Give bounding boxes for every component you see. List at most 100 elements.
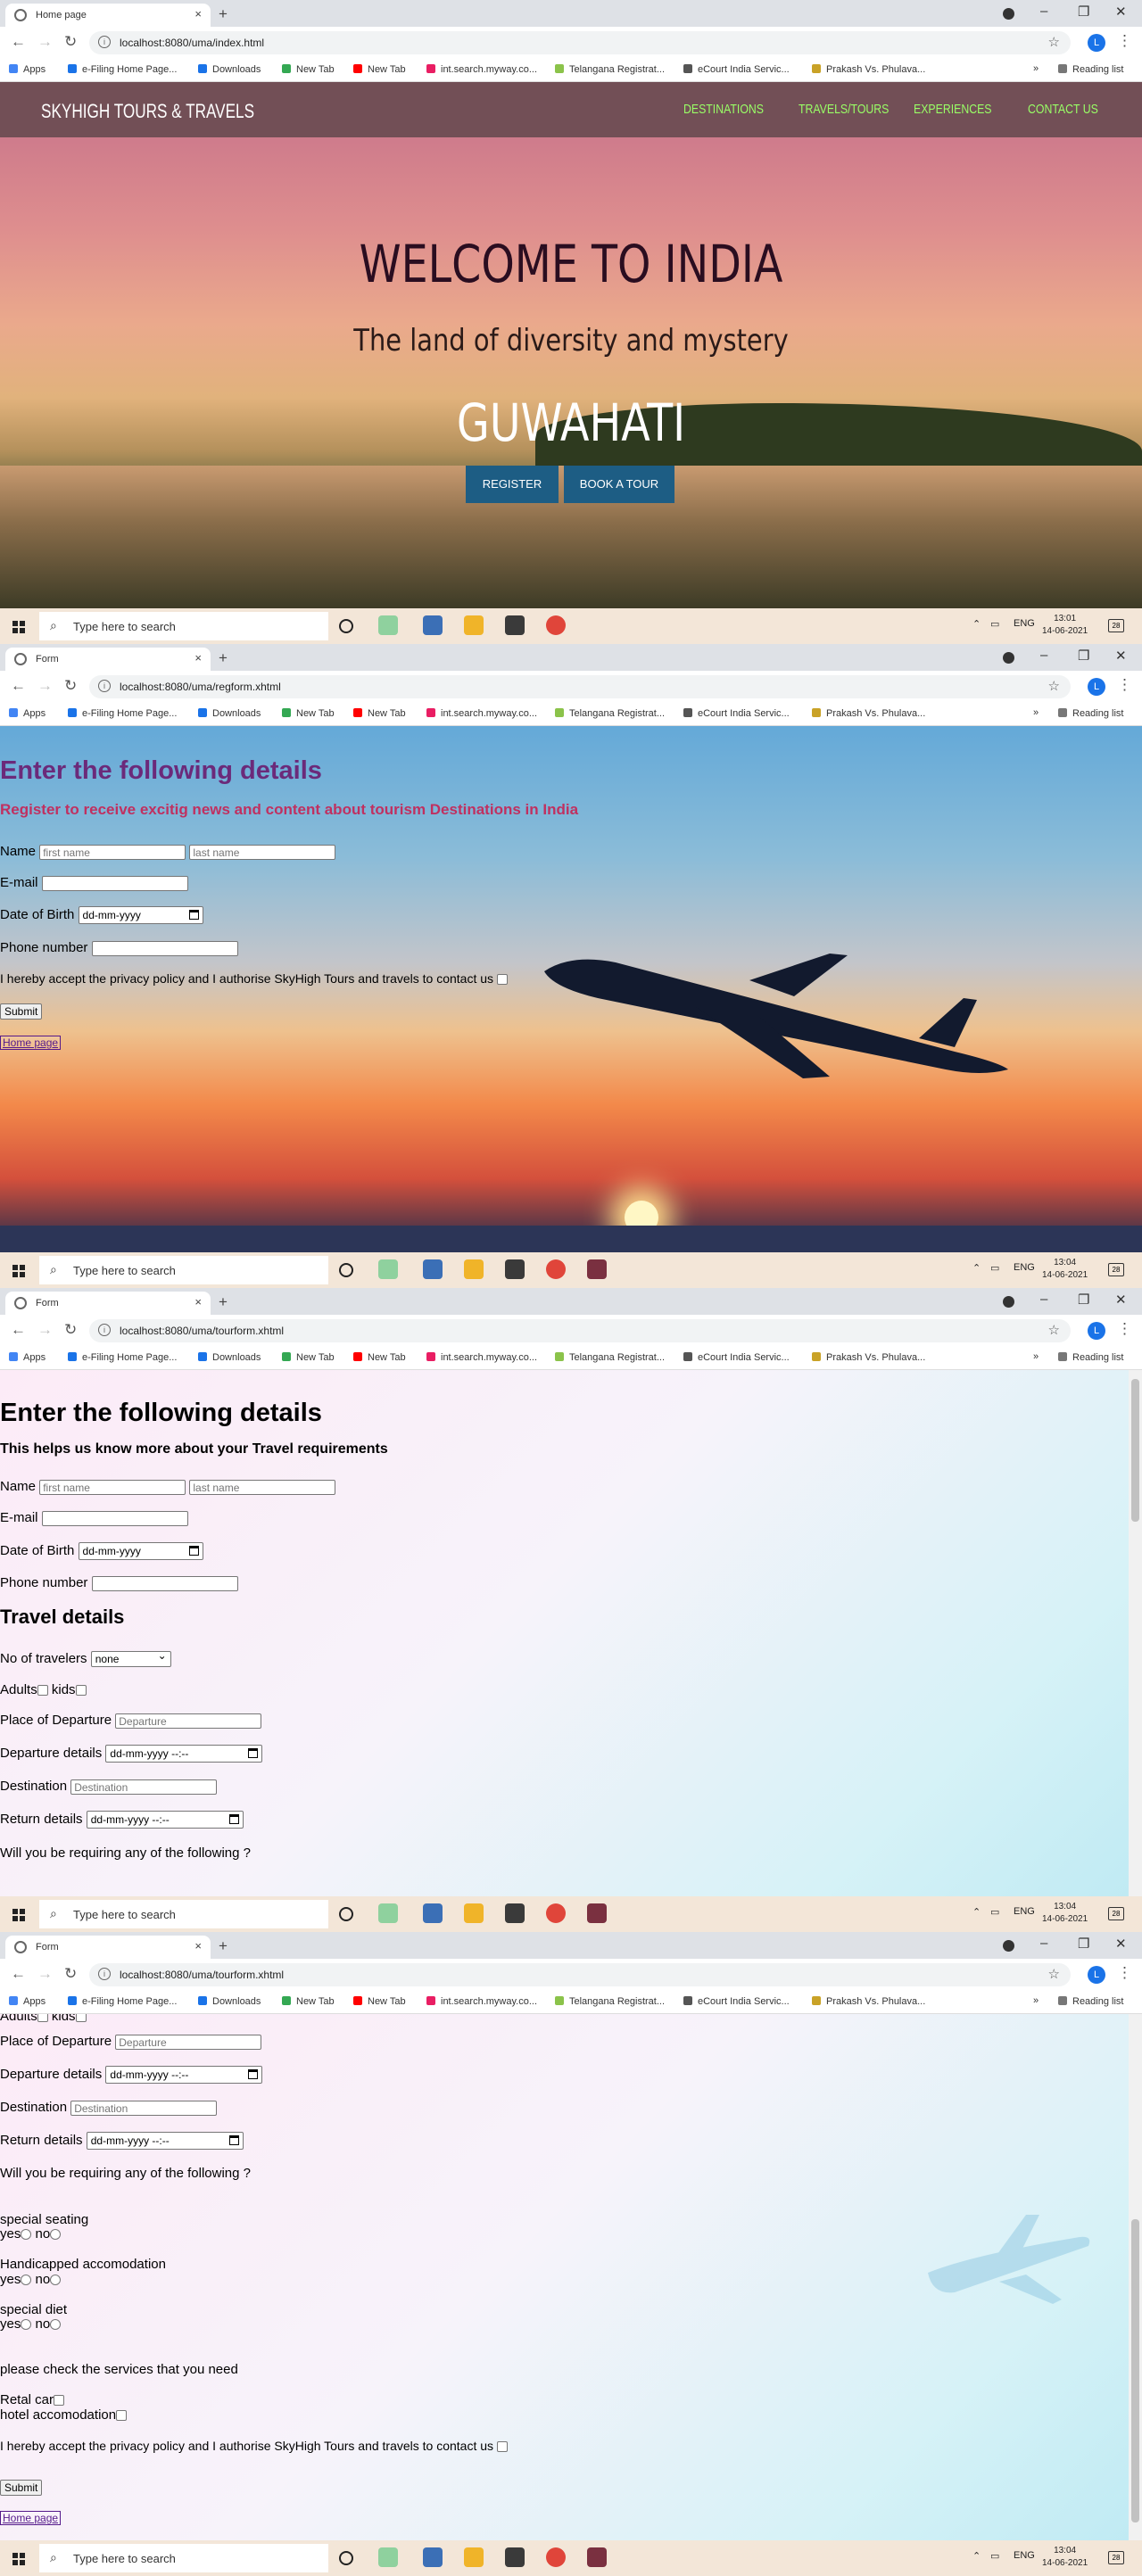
bookmark-newtab-1[interactable]: New Tab bbox=[282, 708, 335, 719]
reload-icon[interactable]: ↻ bbox=[64, 1965, 77, 1983]
bookmark-prakash[interactable]: Prakash Vs. Phulava... bbox=[812, 1996, 925, 2007]
dob-input[interactable]: dd-mm-yyyy bbox=[78, 906, 203, 924]
taskbar-search[interactable]: ⌕ Type here to search bbox=[39, 2544, 328, 2572]
back-icon[interactable]: ← bbox=[11, 1965, 26, 1983]
bookmarks-more[interactable]: » bbox=[1033, 1351, 1039, 1362]
reading-list[interactable]: Reading list bbox=[1058, 708, 1123, 719]
menu-kebab-icon[interactable]: ⋮ bbox=[1117, 1964, 1132, 1982]
bookmark-newtab-2[interactable]: New Tab bbox=[353, 1996, 406, 2007]
adults-checkbox[interactable] bbox=[37, 2014, 48, 2023]
folder-icon[interactable] bbox=[464, 615, 484, 635]
calendar-icon[interactable] bbox=[188, 1546, 199, 1556]
chrome-icon[interactable] bbox=[546, 2547, 566, 2567]
clock[interactable]: 13:04 14-06-2021 bbox=[1042, 1901, 1088, 1926]
register-button[interactable]: REGISTER bbox=[466, 466, 559, 503]
profile-avatar[interactable]: L bbox=[1088, 34, 1105, 52]
minimize-icon[interactable]: – bbox=[1040, 1292, 1047, 1307]
bookmark-downloads[interactable]: Downloads bbox=[198, 64, 261, 75]
network-icon[interactable]: ▭ bbox=[990, 1906, 999, 1918]
bookmark-telangana[interactable]: Telangana Registrat... bbox=[555, 708, 665, 719]
back-icon[interactable]: ← bbox=[11, 1321, 26, 1339]
omnibox[interactable]: i localhost:8080/uma/tourform.xhtml ☆ bbox=[89, 1319, 1071, 1342]
bookmark-star-icon[interactable]: ☆ bbox=[1048, 1966, 1060, 1982]
language-indicator[interactable]: ENG bbox=[1014, 1262, 1035, 1273]
return-datetime-input[interactable]: dd-mm-yyyy --:-- bbox=[86, 1811, 244, 1829]
omnibox[interactable]: i localhost:8080/uma/index.html ☆ bbox=[89, 31, 1071, 54]
chrome-icon[interactable] bbox=[546, 615, 566, 635]
bookmark-apps[interactable]: Apps bbox=[9, 1996, 46, 2007]
bookmark-telangana[interactable]: Telangana Registrat... bbox=[555, 64, 665, 75]
minimize-icon[interactable]: – bbox=[1040, 1936, 1047, 1951]
bookmark-apps[interactable]: Apps bbox=[9, 708, 46, 719]
url-text[interactable]: localhost:8080/uma/regform.xhtml bbox=[120, 681, 281, 693]
bookmark-downloads[interactable]: Downloads bbox=[198, 1996, 261, 2007]
bookmark-telangana[interactable]: Telangana Registrat... bbox=[555, 1996, 665, 2007]
url-text[interactable]: localhost:8080/uma/tourform.xhtml bbox=[120, 1325, 284, 1337]
back-icon[interactable]: ← bbox=[11, 33, 26, 51]
info-icon[interactable]: i bbox=[98, 1324, 111, 1336]
app-icon[interactable] bbox=[423, 615, 443, 635]
taskbar-search[interactable]: ⌕ Type here to search bbox=[39, 612, 328, 640]
consent-checkbox[interactable] bbox=[496, 2441, 508, 2453]
taskview-icon[interactable] bbox=[378, 1903, 398, 1923]
home-page-link[interactable]: Home page bbox=[0, 1036, 62, 1050]
rental-car-checkbox[interactable] bbox=[54, 2395, 65, 2407]
bookmark-newtab-1[interactable]: New Tab bbox=[282, 1996, 335, 2007]
consent-checkbox[interactable] bbox=[496, 974, 508, 986]
chrome-icon[interactable] bbox=[546, 1259, 566, 1279]
bookmark-ecourt[interactable]: eCourt India Servic... bbox=[683, 1996, 790, 2007]
reading-list[interactable]: Reading list bbox=[1058, 64, 1123, 75]
new-tab-icon[interactable]: + bbox=[219, 1937, 228, 1955]
new-tab-icon[interactable]: + bbox=[219, 5, 228, 23]
store-icon[interactable] bbox=[505, 1259, 525, 1279]
chevron-up-icon[interactable]: ⌃ bbox=[972, 2550, 981, 2562]
bookmark-myway[interactable]: int.search.myway.co... bbox=[426, 1352, 537, 1363]
handicapped-no-radio[interactable] bbox=[50, 2275, 62, 2286]
taskbar-search[interactable]: ⌕ Type here to search bbox=[39, 1900, 328, 1928]
bookmark-newtab-2[interactable]: New Tab bbox=[353, 1352, 406, 1363]
close-tab-icon[interactable]: × bbox=[194, 1939, 202, 1953]
reload-icon[interactable]: ↻ bbox=[64, 1321, 77, 1339]
bookmarks-more[interactable]: » bbox=[1033, 1995, 1039, 2006]
profile-avatar[interactable]: L bbox=[1088, 678, 1105, 696]
close-tab-icon[interactable]: × bbox=[194, 1295, 202, 1309]
calendar-icon[interactable] bbox=[228, 2135, 239, 2145]
adults-checkbox[interactable] bbox=[37, 1685, 48, 1697]
bookmark-myway[interactable]: int.search.myway.co... bbox=[426, 64, 537, 75]
bookmark-apps[interactable]: Apps bbox=[9, 64, 46, 75]
dob-input[interactable]: dd-mm-yyyy bbox=[78, 1542, 203, 1560]
folder-icon[interactable] bbox=[464, 1903, 484, 1923]
notification-icon[interactable]: 28 bbox=[1108, 619, 1124, 632]
chevron-up-icon[interactable]: ⌃ bbox=[972, 618, 981, 630]
scrollbar[interactable] bbox=[1129, 1370, 1142, 1896]
book-tour-button[interactable]: BOOK A TOUR bbox=[564, 466, 674, 503]
notification-icon[interactable]: 28 bbox=[1108, 1907, 1124, 1920]
omnibox[interactable]: i localhost:8080/uma/regform.xhtml ☆ bbox=[89, 675, 1071, 698]
travelers-select[interactable]: none bbox=[90, 1649, 171, 1668]
kids-checkbox[interactable] bbox=[75, 1685, 87, 1697]
calendar-icon[interactable] bbox=[228, 1814, 239, 1824]
app-icon[interactable] bbox=[423, 1903, 443, 1923]
browser-tab[interactable]: o Form × bbox=[5, 1292, 211, 1315]
reading-list[interactable]: Reading list bbox=[1058, 1996, 1123, 2007]
nav-experiences[interactable]: EXPERIENCES bbox=[914, 102, 991, 117]
bookmark-star-icon[interactable]: ☆ bbox=[1048, 1322, 1060, 1338]
scrollbar-thumb[interactable] bbox=[1131, 2219, 1139, 2522]
windows-start-icon[interactable] bbox=[12, 2553, 25, 2565]
calendar-icon[interactable] bbox=[248, 2069, 259, 2079]
network-icon[interactable]: ▭ bbox=[990, 618, 999, 630]
bookmark-newtab-2[interactable]: New Tab bbox=[353, 64, 406, 75]
seating-no-radio[interactable] bbox=[50, 2229, 62, 2241]
restore-icon[interactable]: ❐ bbox=[1078, 1292, 1089, 1308]
record-icon[interactable] bbox=[1003, 1296, 1014, 1308]
menu-kebab-icon[interactable]: ⋮ bbox=[1117, 676, 1132, 694]
browser-tab[interactable]: o Form × bbox=[5, 648, 211, 671]
profile-avatar[interactable]: L bbox=[1088, 1966, 1105, 1984]
return-datetime-input[interactable]: dd-mm-yyyy --:-- bbox=[86, 2132, 244, 2150]
bookmark-apps[interactable]: Apps bbox=[9, 1352, 46, 1363]
scrollbar-thumb[interactable] bbox=[1131, 1379, 1139, 1522]
diet-no-radio[interactable] bbox=[50, 2319, 62, 2331]
calendar-icon[interactable] bbox=[188, 910, 199, 920]
bookmark-newtab-1[interactable]: New Tab bbox=[282, 64, 335, 75]
bookmark-ecourt[interactable]: eCourt India Servic... bbox=[683, 1352, 790, 1363]
